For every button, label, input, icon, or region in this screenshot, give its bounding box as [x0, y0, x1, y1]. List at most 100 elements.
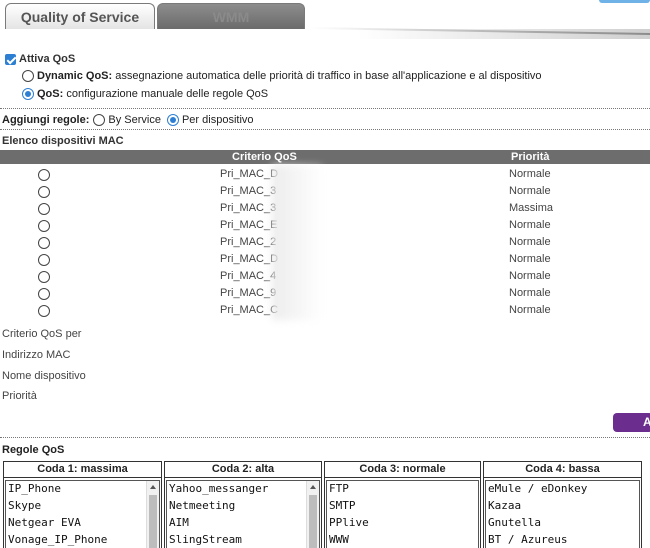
dynamic-qos-row: Dynamic QoS: assegnazione automatica del…: [22, 70, 542, 82]
criteria-for-label: Criterio QoS per: [2, 328, 82, 340]
divider: [0, 129, 650, 130]
enable-qos-checkbox[interactable]: [5, 53, 16, 65]
row-select-radio[interactable]: [38, 271, 50, 283]
table-row[interactable]: Pri_MAC_D Normale: [0, 166, 650, 183]
divider: [0, 108, 650, 109]
row-select-radio[interactable]: [38, 186, 50, 198]
row-select-radio[interactable]: [38, 203, 50, 215]
divider: [0, 437, 650, 438]
row-criteria: Pri_MAC_D: [220, 168, 279, 180]
queue-4: Coda 4: bassa eMule / eDonkey Kazaa Gnut…: [483, 461, 642, 548]
list-item[interactable]: WWW: [327, 532, 478, 548]
table-row[interactable]: Pri_MAC_9 Normale: [0, 285, 650, 302]
col-header-priority: Priorità: [511, 151, 550, 163]
scroll-thumb[interactable]: [309, 495, 317, 548]
list-item[interactable]: FTP: [327, 481, 478, 498]
enable-qos-label: Attiva QoS: [19, 53, 76, 65]
manual-qos-row: QoS: configurazione manuale delle regole…: [22, 88, 268, 100]
list-item[interactable]: Netmeeting: [167, 498, 319, 515]
list-item[interactable]: Kazaa: [486, 498, 639, 515]
queue-3-header: Coda 3: normale: [325, 462, 480, 478]
row-criteria: Pri_MAC_3: [220, 185, 277, 197]
mac-table-header: Criterio QoS Priorità: [0, 150, 650, 164]
row-select-radio[interactable]: [38, 237, 50, 249]
scroll-up-icon[interactable]: [150, 485, 156, 489]
row-criteria: Pri_MAC_2: [220, 236, 277, 248]
list-item[interactable]: IP_Phone: [6, 481, 159, 498]
row-select-radio[interactable]: [38, 254, 50, 266]
queue-3: Coda 3: normale FTP SMTP PPlive WWW: [324, 461, 481, 548]
manual-qos-desc: configurazione manuale delle regole QoS: [63, 88, 269, 100]
queue-1-list[interactable]: IP_Phone Skype Netgear EVA Vonage_IP_Pho…: [5, 480, 160, 548]
scroll-thumb[interactable]: [149, 495, 157, 548]
row-select-radio[interactable]: [38, 305, 50, 317]
row-priority: Normale: [509, 236, 551, 248]
dynamic-qos-desc: assegnazione automatica delle priorità d…: [112, 70, 542, 82]
scrollbar[interactable]: [306, 481, 319, 548]
list-item[interactable]: Netgear EVA: [6, 515, 159, 532]
device-name-label: Nome dispositivo: [2, 370, 86, 382]
row-priority: Normale: [509, 168, 551, 180]
queue-3-list[interactable]: FTP SMTP PPlive WWW: [326, 480, 479, 548]
list-item[interactable]: SMTP: [327, 498, 478, 515]
list-item[interactable]: PPlive: [327, 515, 478, 532]
list-item[interactable]: Skype: [6, 498, 159, 515]
row-criteria: Pri_MAC_D: [220, 253, 279, 265]
queue-1: Coda 1: massima IP_Phone Skype Netgear E…: [3, 461, 162, 548]
table-row[interactable]: Pri_MAC_3 Massima: [0, 200, 650, 217]
col-header-criteria: Criterio QoS: [232, 151, 297, 163]
row-criteria: Pri_MAC_C: [220, 304, 279, 316]
enable-qos-row: Attiva QoS: [5, 53, 75, 65]
tab-wmm[interactable]: WMM: [157, 3, 305, 29]
dynamic-qos-radio[interactable]: [22, 70, 34, 82]
table-row[interactable]: Pri_MAC_E Normale: [0, 217, 650, 234]
queue-2: Coda 2: alta Yahoo_messanger Netmeeting …: [164, 461, 322, 548]
manual-qos-title: QoS:: [37, 88, 64, 100]
table-row[interactable]: Pri_MAC_4 Normale: [0, 268, 650, 285]
priority-label: Priorità: [2, 390, 37, 402]
table-row[interactable]: Pri_MAC_2 Normale: [0, 234, 650, 251]
row-priority: Normale: [509, 304, 551, 316]
per-device-label: Per dispositivo: [181, 114, 254, 126]
add-button[interactable]: A: [613, 413, 650, 432]
table-row[interactable]: Pri_MAC_C Normale: [0, 302, 650, 319]
row-select-radio[interactable]: [38, 220, 50, 232]
row-criteria: Pri_MAC_9: [220, 287, 277, 299]
privacy-blur: [272, 165, 322, 320]
by-service-radio[interactable]: [93, 114, 106, 126]
row-criteria: Pri_MAC_E: [220, 219, 278, 231]
row-priority: Normale: [509, 219, 551, 231]
row-priority: Normale: [509, 253, 551, 265]
add-rules-row: Aggiungi regole: By Service Per disposit…: [2, 114, 254, 126]
queue-2-list[interactable]: Yahoo_messanger Netmeeting AIM SlingStre…: [166, 480, 320, 548]
tab-quality-of-service[interactable]: Quality of Service: [5, 3, 155, 29]
list-item[interactable]: Gnutella: [486, 515, 639, 532]
mac-address-label: Indirizzo MAC: [2, 349, 71, 361]
list-item[interactable]: Vonage_IP_Phone: [6, 532, 159, 548]
row-criteria: Pri_MAC_3: [220, 202, 277, 214]
list-item[interactable]: SlingStream: [167, 532, 319, 548]
top-corner-button[interactable]: [599, 0, 650, 3]
queue-4-list[interactable]: eMule / eDonkey Kazaa Gnutella BT / Azur…: [485, 480, 640, 548]
table-row[interactable]: Pri_MAC_3 Normale: [0, 183, 650, 200]
add-rules-label: Aggiungi regole:: [2, 114, 90, 126]
list-item[interactable]: AIM: [167, 515, 319, 532]
row-select-radio[interactable]: [38, 288, 50, 300]
table-row[interactable]: Pri_MAC_D Normale: [0, 251, 650, 268]
list-item[interactable]: BT / Azureus: [486, 532, 639, 548]
scroll-up-icon[interactable]: [310, 485, 316, 489]
qos-rules-title: Regole QoS: [2, 444, 65, 456]
row-priority: Normale: [509, 270, 551, 282]
row-priority: Normale: [509, 287, 551, 299]
row-priority: Normale: [509, 185, 551, 197]
list-item[interactable]: eMule / eDonkey: [486, 481, 639, 498]
dynamic-qos-title: Dynamic QoS:: [37, 70, 113, 82]
manual-qos-radio[interactable]: [22, 88, 34, 100]
list-item[interactable]: Yahoo_messanger: [167, 481, 319, 498]
row-criteria: Pri_MAC_4: [220, 270, 277, 282]
row-select-radio[interactable]: [38, 169, 50, 181]
queue-1-header: Coda 1: massima: [4, 462, 161, 478]
per-device-radio[interactable]: [166, 114, 179, 126]
row-priority: Massima: [509, 202, 554, 214]
scrollbar[interactable]: [146, 481, 159, 548]
